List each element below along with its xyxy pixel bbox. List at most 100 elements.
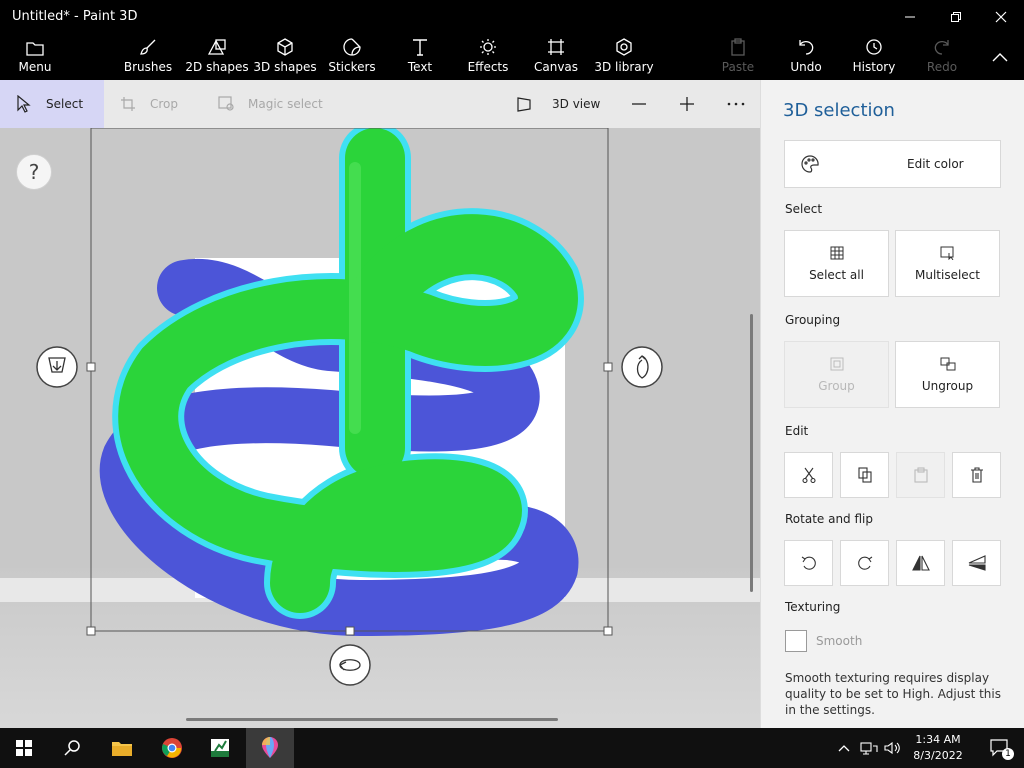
flip-vertical-icon <box>968 555 986 571</box>
canvas-tool[interactable]: Canvas <box>534 34 578 80</box>
restore-button[interactable] <box>933 0 979 34</box>
system-tray <box>838 728 902 768</box>
title-bar: Untitled* - Paint 3D <box>0 0 1024 34</box>
select-all-button[interactable]: Select all <box>784 230 889 297</box>
horizontal-scrollbar[interactable] <box>186 718 558 721</box>
3d-view-toggle[interactable]: 3D view <box>516 80 600 128</box>
close-button[interactable] <box>978 0 1024 34</box>
redo-icon <box>934 40 949 55</box>
flip-horizontal-button[interactable] <box>896 540 945 586</box>
edit-heading: Edit <box>785 424 809 438</box>
crop-tool[interactable]: Crop <box>120 80 178 128</box>
more-options-button[interactable] <box>727 80 745 128</box>
paste-button[interactable]: Paste <box>720 34 756 80</box>
selection-toolbar: Select Crop Magic select 3D view <box>0 80 760 128</box>
more-icon <box>727 102 745 106</box>
brushes-tool[interactable]: Brushes <box>124 34 172 80</box>
3d-view-icon <box>517 97 531 112</box>
select-heading: Select <box>785 202 823 216</box>
palette-icon <box>801 155 819 173</box>
search-button[interactable] <box>48 728 96 768</box>
action-center-button[interactable]: 1 <box>976 728 1024 768</box>
ungroup-button[interactable]: Ungroup <box>895 341 1000 408</box>
edit-color-button[interactable]: Edit color <box>784 140 1001 188</box>
smooth-label: Smooth <box>816 634 863 648</box>
collapse-ribbon-button[interactable] <box>984 34 1016 80</box>
3d-shapes-tool[interactable]: 3D shapes <box>253 34 317 80</box>
3d-selection-panel: 3D selection Edit color Select Select al… <box>760 80 1024 728</box>
text-icon <box>413 39 427 56</box>
group-icon <box>830 357 843 370</box>
select-tool[interactable]: Select <box>0 80 104 128</box>
zoom-out-button[interactable] <box>630 80 648 128</box>
clock[interactable]: 1:34 AM 8/3/2022 <box>905 732 971 764</box>
smooth-checkbox[interactable] <box>785 630 807 652</box>
push-back-handle[interactable] <box>36 346 78 388</box>
copy-button[interactable] <box>840 452 889 498</box>
canvas-icon <box>548 39 564 55</box>
paint-3d-app[interactable] <box>246 728 294 768</box>
effects-tool[interactable]: Effects <box>466 34 510 80</box>
chrome-app[interactable] <box>148 728 196 768</box>
close-icon <box>995 11 1007 23</box>
spreadsheet-app[interactable] <box>196 728 244 768</box>
resize-handle-bottom[interactable] <box>345 626 355 636</box>
multiselect-button[interactable]: Multiselect <box>895 230 1000 297</box>
minimize-icon <box>905 16 915 18</box>
green-tube-3d-object[interactable] <box>112 128 584 619</box>
vertical-scrollbar[interactable] <box>750 314 753 592</box>
texturing-note: Smooth texturing requires display qualit… <box>785 671 1001 717</box>
multiselect-icon <box>940 246 953 260</box>
zoom-in-button[interactable] <box>678 80 696 128</box>
redo-button[interactable]: Redo <box>924 34 960 80</box>
ribbon: Menu Brushes 2D shapes 3D shapes Sticker… <box>0 34 1024 80</box>
3d-library-tool[interactable]: 3D library <box>594 34 654 80</box>
folder-icon <box>112 742 132 756</box>
menu-button[interactable]: Menu <box>14 34 56 80</box>
canvas-area[interactable]: ? <box>0 128 760 728</box>
cut-button[interactable] <box>784 452 833 498</box>
paste-icon <box>731 38 745 56</box>
copy-icon <box>857 467 872 483</box>
stickers-tool[interactable]: Stickers <box>328 34 376 80</box>
texturing-heading: Texturing <box>785 600 841 614</box>
rotate-z-handle[interactable] <box>621 346 663 388</box>
paste-panel-button[interactable] <box>896 452 945 498</box>
taskbar: 1:34 AM 8/3/2022 1 <box>0 728 1024 768</box>
scissors-icon <box>801 467 816 483</box>
history-button[interactable]: History <box>852 34 896 80</box>
magic-select-tool[interactable]: Magic select <box>218 80 323 128</box>
paste-icon <box>913 467 928 483</box>
rotate-y-handle[interactable] <box>329 644 371 686</box>
paint-3d-icon <box>262 737 278 758</box>
2d-shapes-icon <box>207 39 226 55</box>
2d-shapes-tool[interactable]: 2D shapes <box>185 34 249 80</box>
chevron-up-icon <box>838 745 850 752</box>
cursor-icon <box>17 95 31 113</box>
rotate-left-button[interactable] <box>784 540 833 586</box>
resize-handle-bottom-right[interactable] <box>603 626 613 636</box>
help-button[interactable]: ? <box>16 154 52 190</box>
file-explorer-app[interactable] <box>98 728 146 768</box>
folder-icon <box>26 42 44 56</box>
panel-title: 3D selection <box>783 100 895 121</box>
delete-button[interactable] <box>952 452 1001 498</box>
stickers-icon <box>343 38 361 56</box>
window-title: Untitled* - Paint 3D <box>12 9 138 24</box>
undo-icon <box>799 40 814 55</box>
undo-button[interactable]: Undo <box>788 34 824 80</box>
flip-vertical-button[interactable] <box>952 540 1001 586</box>
windows-icon <box>16 740 32 756</box>
rotate-left-icon <box>801 556 816 570</box>
rotate-right-button[interactable] <box>840 540 889 586</box>
group-button[interactable]: Group <box>784 341 889 408</box>
text-tool[interactable]: Text <box>400 34 440 80</box>
resize-handle-right[interactable] <box>603 362 613 372</box>
start-button[interactable] <box>0 728 48 768</box>
minimize-button[interactable] <box>887 0 933 34</box>
3d-library-icon <box>616 38 632 56</box>
minus-icon <box>632 103 646 105</box>
resize-handle-bottom-left[interactable] <box>86 626 96 636</box>
resize-handle-left[interactable] <box>86 362 96 372</box>
brush-icon <box>140 39 156 55</box>
